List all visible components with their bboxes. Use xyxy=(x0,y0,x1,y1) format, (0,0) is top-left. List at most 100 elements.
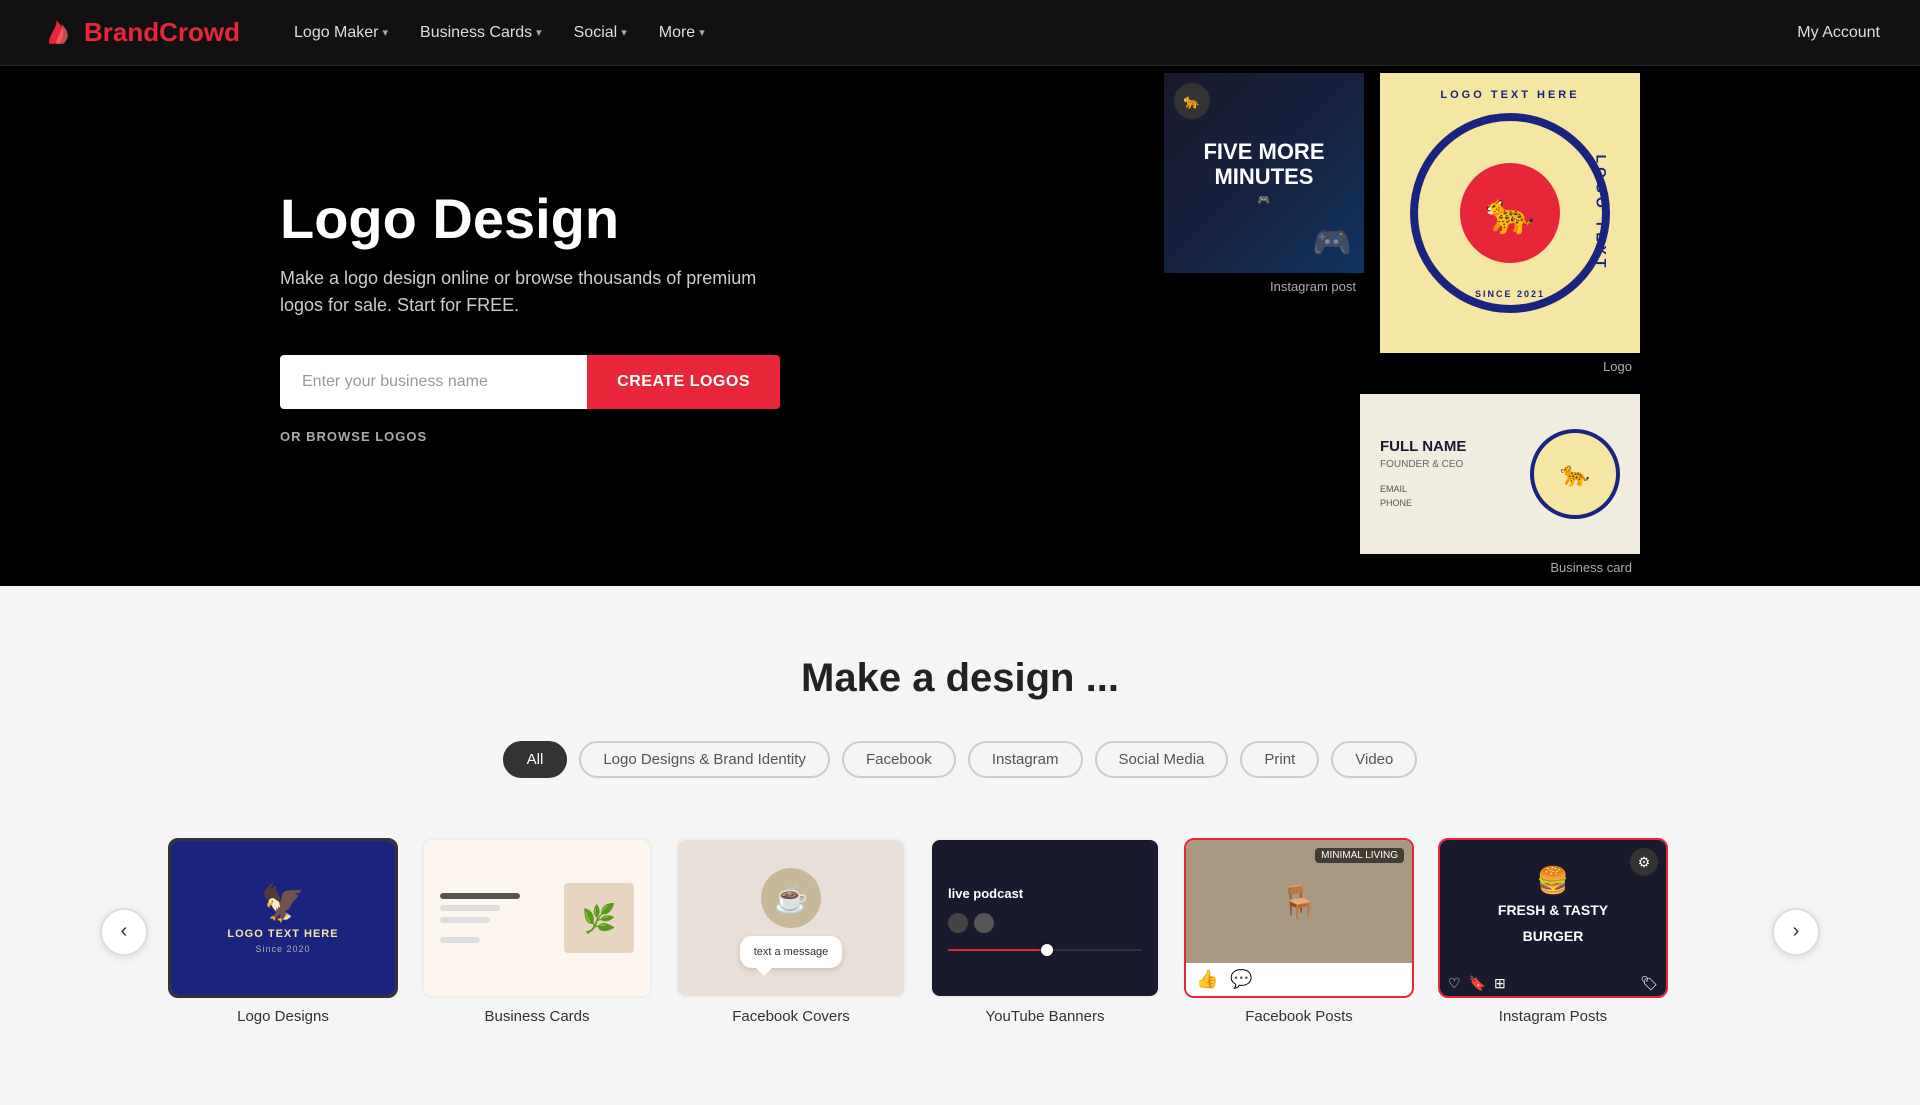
logo-card-thumbnail: 🦅 LOGO TEXT HERE Since 2020 xyxy=(168,838,398,998)
igpost-thumb-img: ⚙ 🍔FRESH & TASTYBURGER xyxy=(1440,840,1666,971)
yt-thumb-avatar xyxy=(948,913,968,933)
yt-thumbnail-visual: live podcast xyxy=(932,840,1158,996)
minimal-icon: 🪑 xyxy=(1279,883,1319,921)
hero-section: Logo Design Make a logo design online or… xyxy=(0,66,1920,586)
yt-thumb-progress xyxy=(948,949,1142,951)
biz-thumbnail-visual: 🌿 xyxy=(424,840,650,996)
carousel-prev-button[interactable]: ‹ xyxy=(100,908,148,956)
logo-card-label: Logo xyxy=(1595,353,1640,378)
biz-contact: EMAIL PHONE xyxy=(1380,482,1530,511)
hero-subtitle: Make a logo design online or browse thou… xyxy=(280,265,780,319)
design-carousel: ‹ 🦅 LOGO TEXT HERE Since 2020 Logo Desig… xyxy=(100,828,1820,1035)
logo-arc-bottom: SINCE 2021 xyxy=(1475,289,1545,299)
biz-card-label: Business Cards xyxy=(422,1008,652,1025)
chevron-down-icon: ▾ xyxy=(383,26,389,39)
nav-business-cards[interactable]: Business Cards ▾ xyxy=(406,16,556,50)
create-logos-button[interactable]: CREATE LOGOS xyxy=(587,355,780,409)
chevron-right-icon: › xyxy=(1793,920,1800,943)
nav-items: Logo Maker ▾ Business Cards ▾ Social ▾ M… xyxy=(280,16,1797,50)
design-card-biz[interactable]: 🌿 Business Cards xyxy=(422,838,652,1025)
ig-thumb-text: 🍔FRESH & TASTYBURGER xyxy=(1498,867,1608,945)
biz-logo-mini: 🐆 xyxy=(1530,429,1620,519)
fb-thumb-avatar: ☕ xyxy=(761,868,821,928)
instagram-card-image: FIVE MOREMINUTES 🎮 🎮 🐆 xyxy=(1164,73,1364,273)
yt-card-thumbnail: live podcast xyxy=(930,838,1160,998)
business-card-image: FULL NAME FOUNDER & CEO EMAIL PHONE 🐆 xyxy=(1360,394,1640,554)
biz-card-thumbnail: 🌿 xyxy=(422,838,652,998)
instagram-card-label: Instagram post xyxy=(1262,273,1364,298)
chevron-left-icon: ‹ xyxy=(121,920,128,943)
fb-thumbnail-visual: ☕ text a message xyxy=(678,840,904,996)
brand-logo-icon xyxy=(40,15,76,51)
biz-thumb-lines xyxy=(440,893,520,943)
chevron-down-icon: ▾ xyxy=(621,26,627,39)
small-logo-icon: 🐆 xyxy=(1174,83,1210,119)
fb-card-label: Facebook Covers xyxy=(676,1008,906,1025)
logo-card-wrapper: LOGO TEXT HERE 🐆 SINCE 2021 LOGO TEXT Lo… xyxy=(1380,73,1640,378)
like-icon: 👍 xyxy=(1196,969,1218,990)
logo-center-circle: 🐆 xyxy=(1460,163,1560,263)
section-title: Make a design ... xyxy=(100,656,1820,701)
business-card-label: Business card xyxy=(1542,554,1640,579)
filter-logo-brand[interactable]: Logo Designs & Brand Identity xyxy=(579,741,830,778)
brand-name: BrandCrowd xyxy=(84,17,240,48)
heart-icon: ♡ xyxy=(1448,975,1461,992)
ig-thumb-badge: ⚙ xyxy=(1630,848,1658,876)
carousel-track: 🦅 LOGO TEXT HERE Since 2020 Logo Designs xyxy=(148,828,1772,1035)
design-card-yt[interactable]: live podcast YouTube Banners xyxy=(930,838,1160,1025)
filter-print[interactable]: Print xyxy=(1240,741,1319,778)
logo-side-text: LOGO TEXT xyxy=(1594,155,1610,272)
leopard-icon: 🐆 xyxy=(1485,190,1535,237)
nav-logo-maker[interactable]: Logo Maker ▾ xyxy=(280,16,402,50)
filter-facebook[interactable]: Facebook xyxy=(842,741,956,778)
nav-social[interactable]: Social ▾ xyxy=(560,16,641,50)
design-card-fb[interactable]: ☕ text a message Facebook Covers xyxy=(676,838,906,1025)
chevron-down-icon: ▾ xyxy=(699,26,705,39)
business-card-content: FULL NAME FOUNDER & CEO EMAIL PHONE 🐆 xyxy=(1360,394,1640,554)
business-name-input[interactable] xyxy=(280,355,587,409)
igpost-card-label: Instagram Posts xyxy=(1438,1008,1668,1025)
hero-content: Logo Design Make a logo design online or… xyxy=(280,188,780,445)
nav-more[interactable]: More ▾ xyxy=(645,16,719,50)
bookmark-icon: 🔖 xyxy=(1469,975,1486,992)
biz-info: FULL NAME FOUNDER & CEO EMAIL PHONE xyxy=(1380,438,1530,511)
my-account-link[interactable]: My Account xyxy=(1797,24,1880,41)
yt-card-label: YouTube Banners xyxy=(930,1008,1160,1025)
nav-right: My Account xyxy=(1797,24,1880,42)
brand-logo[interactable]: BrandCrowd xyxy=(40,15,240,51)
fbpost-card-label: Facebook Posts xyxy=(1184,1008,1414,1025)
logo-circle: 🐆 SINCE 2021 xyxy=(1410,113,1610,313)
logo-arc-top: LOGO TEXT HERE xyxy=(1440,89,1579,101)
logo-thumbnail-visual: 🦅 LOGO TEXT HERE Since 2020 xyxy=(171,841,395,995)
design-card-logo[interactable]: 🦅 LOGO TEXT HERE Since 2020 Logo Designs xyxy=(168,838,398,1025)
fbpost-card-thumbnail: 🪑 MINIMAL LIVING 👍 💬 ↗ xyxy=(1184,838,1414,998)
comment-icon: 💬 xyxy=(1230,969,1252,990)
logo-thumb-icon: 🦅 xyxy=(261,882,306,924)
design-section: Make a design ... All Logo Designs & Bra… xyxy=(0,586,1920,1105)
filter-video[interactable]: Video xyxy=(1331,741,1417,778)
filter-all[interactable]: All xyxy=(503,741,568,778)
fb-thumb-bubble: text a message xyxy=(740,936,843,968)
hero-title: Logo Design xyxy=(280,188,780,250)
carousel-next-button[interactable]: › xyxy=(1772,908,1820,956)
save-icon: 🏷 xyxy=(1640,975,1658,992)
filter-instagram[interactable]: Instagram xyxy=(968,741,1083,778)
share-icon: ↗ xyxy=(1265,969,1280,990)
logo-card-image: LOGO TEXT HERE 🐆 SINCE 2021 LOGO TEXT xyxy=(1380,73,1640,353)
hero-cards: FIVE MOREMINUTES 🎮 🎮 🐆 Instagram post LO… xyxy=(1164,73,1640,579)
hero-form: CREATE LOGOS xyxy=(280,355,780,409)
instagram-card-wrapper: FIVE MOREMINUTES 🎮 🎮 🐆 Instagram post xyxy=(1164,73,1364,298)
fbpost-thumb-actions: 👍 💬 ↗ xyxy=(1186,963,1412,996)
controller-icon: 🎮 xyxy=(1312,223,1352,261)
fbpost-thumb-img: 🪑 MINIMAL LIVING xyxy=(1186,840,1412,963)
logo-card-label: Logo Designs xyxy=(168,1008,398,1025)
igpost-card-thumbnail: ⚙ 🍔FRESH & TASTYBURGER ♡ 🔖 ⊞ 🏷 xyxy=(1438,838,1668,998)
browse-logos-link[interactable]: OR BROWSE LOGOS xyxy=(280,429,780,444)
business-card-wrapper: FULL NAME FOUNDER & CEO EMAIL PHONE 🐆 Bu… xyxy=(1380,394,1640,579)
fb-card-thumbnail: ☕ text a message xyxy=(676,838,906,998)
igpost-thumb-actions: ♡ 🔖 ⊞ 🏷 xyxy=(1440,971,1666,996)
filter-social-media[interactable]: Social Media xyxy=(1095,741,1229,778)
design-card-fbpost[interactable]: 🪑 MINIMAL LIVING 👍 💬 ↗ Facebook Posts xyxy=(1184,838,1414,1025)
design-card-igpost[interactable]: ⚙ 🍔FRESH & TASTYBURGER ♡ 🔖 ⊞ 🏷 Instagram… xyxy=(1438,838,1668,1025)
chevron-down-icon: ▾ xyxy=(536,26,542,39)
